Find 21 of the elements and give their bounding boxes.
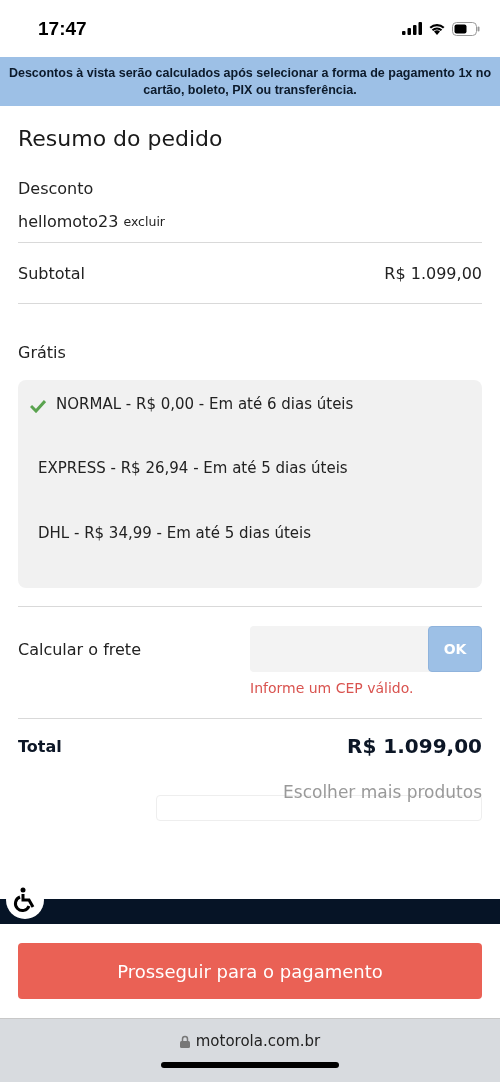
- discount-label: Desconto: [18, 178, 94, 198]
- total-value: R$ 1.099,00: [347, 734, 482, 758]
- url-text[interactable]: motorola.com.br: [195, 1032, 321, 1050]
- error-message: Informe um CEP válido.: [250, 680, 415, 696]
- subtotal-label: Subtotal: [18, 263, 86, 283]
- total-label: Total: [18, 736, 62, 756]
- wifi-icon: [428, 22, 446, 35]
- shipping-label: Grátis: [18, 342, 66, 362]
- shipping-option[interactable]: EXPRESS - R$ 26,94 - Em até 5 dias úteis: [38, 459, 348, 478]
- coupon-code: hellomoto23: [18, 211, 119, 231]
- page-title: Resumo do pedido: [18, 126, 224, 153]
- remove-link[interactable]: excluir: [123, 213, 165, 229]
- lock-icon: [179, 1034, 190, 1048]
- banner-text: Descontos à vista serão calculados após selecionar a forma de pagamento 1x no cartão, boleto, PIX ou transferência.: [8, 64, 492, 99]
- freight-label: Calcular o frete: [18, 639, 141, 659]
- battery-icon: [452, 21, 480, 36]
- signal-icon: [402, 22, 422, 35]
- subtotal-value: R$ 1.099,00: [384, 263, 482, 283]
- shipping-option[interactable]: NORMAL - R$ 0,00 - Em até 6 dias úteis: [56, 395, 354, 413]
- shipping-option[interactable]: DHL - R$ 34,99 - Em até 5 dias úteis: [38, 523, 312, 542]
- clock-time: 17:47: [38, 17, 87, 40]
